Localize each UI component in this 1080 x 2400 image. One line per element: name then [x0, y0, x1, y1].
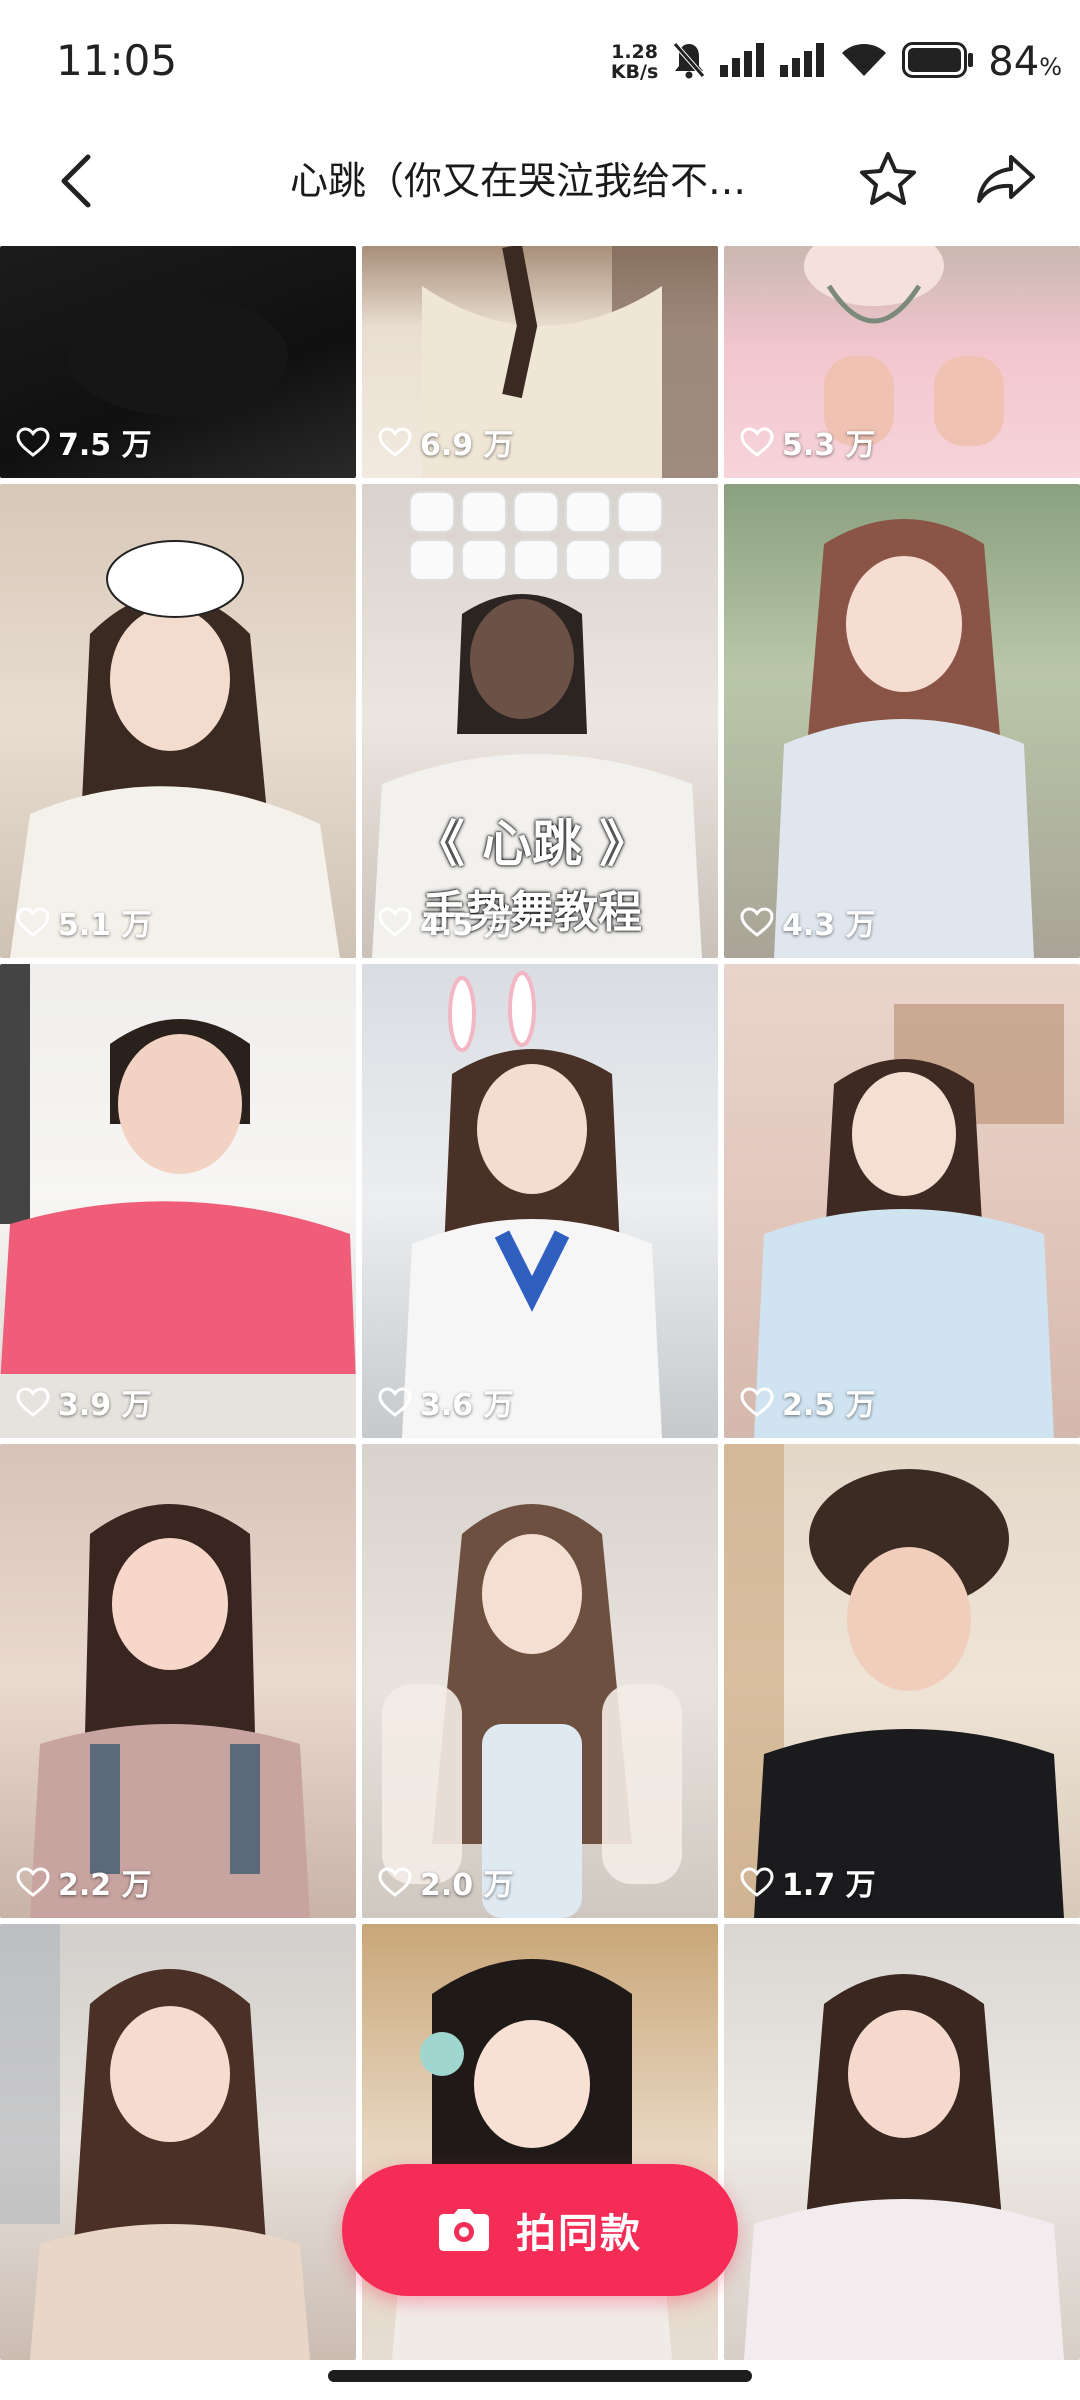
- like-count: 3.9 万: [16, 1380, 152, 1424]
- video-tile[interactable]: 3.6 万: [362, 964, 718, 1438]
- status-time: 11:05: [56, 36, 178, 85]
- video-tile[interactable]: 5.1 万: [0, 484, 356, 958]
- net-speed-value: 1.28: [611, 41, 658, 63]
- heart-icon: [16, 907, 50, 937]
- heart-icon: [16, 1867, 50, 1897]
- heart-icon: [740, 1867, 774, 1897]
- heart-icon: [16, 1387, 50, 1417]
- home-indicator[interactable]: [328, 2370, 752, 2382]
- like-count: 4.3 万: [740, 900, 876, 944]
- video-thumbnail: [402, 971, 662, 1438]
- share-icon: [977, 155, 1035, 203]
- heart-icon: [378, 1387, 412, 1417]
- like-count: 2.0 万: [378, 1860, 514, 1904]
- video-tile[interactable]: 3.9 万: [0, 964, 356, 1438]
- video-thumbnail: [10, 540, 340, 958]
- video-tile[interactable]: 2.0 万: [362, 1444, 718, 1918]
- video-tile[interactable]: 7.5 万: [0, 246, 356, 478]
- net-speed-unit: KB/s: [610, 61, 659, 83]
- back-arrow-icon: [61, 154, 91, 208]
- heart-icon: [740, 907, 774, 937]
- like-count: 6.9 万: [378, 420, 514, 464]
- top-bar: 心跳（你又在哭泣我给不…: [0, 120, 1080, 246]
- like-count: 5.1 万: [16, 900, 152, 944]
- back-button[interactable]: [36, 136, 116, 226]
- signal-icon-2: [780, 43, 826, 81]
- video-tile[interactable]: 2.2 万: [0, 1444, 356, 1918]
- like-count: 1.7 万: [740, 1860, 876, 1904]
- video-thumbnail: [754, 1004, 1064, 1438]
- like-count: 5.3 万: [740, 420, 876, 464]
- video-tile[interactable]: [0, 1924, 356, 2360]
- camera-icon: [439, 2209, 489, 2251]
- status-icons: 1.28 KB/s 84%: [611, 34, 1062, 90]
- video-tile[interactable]: 6.9 万: [362, 246, 718, 478]
- page-title: 心跳（你又在哭泣我给不…: [290, 159, 747, 203]
- status-bar: 11:05 1.28 KB/s 84%: [0, 0, 1080, 120]
- video-thumbnail: [382, 1504, 682, 1918]
- heart-icon: [16, 427, 50, 457]
- mute-icon: [672, 40, 706, 84]
- battery-percent: 84%: [988, 39, 1062, 85]
- video-grid: 7.5 万 6.9 万 5.3 万 5.1 万 《 心跳 》 手势舞教程 4.5…: [0, 246, 1080, 2360]
- video-tile[interactable]: 2.5 万: [724, 964, 1080, 1438]
- shoot-same-button[interactable]: 拍同款: [342, 2164, 738, 2296]
- heart-icon: [740, 1387, 774, 1417]
- wifi-icon: [840, 42, 888, 82]
- video-tile[interactable]: 1.7 万: [724, 1444, 1080, 1918]
- video-thumbnail: [724, 1444, 1064, 1918]
- like-count: 3.6 万: [378, 1380, 514, 1424]
- video-thumbnail: [30, 1504, 310, 1918]
- like-count: 7.5 万: [16, 420, 152, 464]
- video-tile[interactable]: [724, 1924, 1080, 2360]
- like-count: 4.5 万: [378, 900, 514, 944]
- heart-icon: [378, 427, 412, 457]
- video-tile[interactable]: 《 心跳 》 手势舞教程 4.5 万: [362, 484, 718, 958]
- video-thumbnail: [0, 964, 356, 1438]
- video-thumbnail: [774, 519, 1034, 958]
- caption-line-1: 《 心跳 》: [414, 815, 650, 873]
- like-count: 2.2 万: [16, 1860, 152, 1904]
- favorite-button[interactable]: [848, 134, 928, 224]
- heart-icon: [378, 907, 412, 937]
- shoot-same-label: 拍同款: [516, 2211, 642, 2257]
- signal-icon: [720, 43, 766, 81]
- video-thumbnail: [0, 1924, 310, 2360]
- video-tile[interactable]: 4.3 万: [724, 484, 1080, 958]
- video-thumbnail: [744, 1974, 1064, 2360]
- video-tile[interactable]: 5.3 万: [724, 246, 1080, 478]
- heart-icon: [740, 427, 774, 457]
- battery-icon: [902, 42, 974, 82]
- share-button[interactable]: [966, 134, 1046, 224]
- star-icon: [860, 152, 916, 205]
- net-speed: 1.28 KB/s: [611, 42, 658, 82]
- heart-icon: [378, 1867, 412, 1897]
- like-count: 2.5 万: [740, 1380, 876, 1424]
